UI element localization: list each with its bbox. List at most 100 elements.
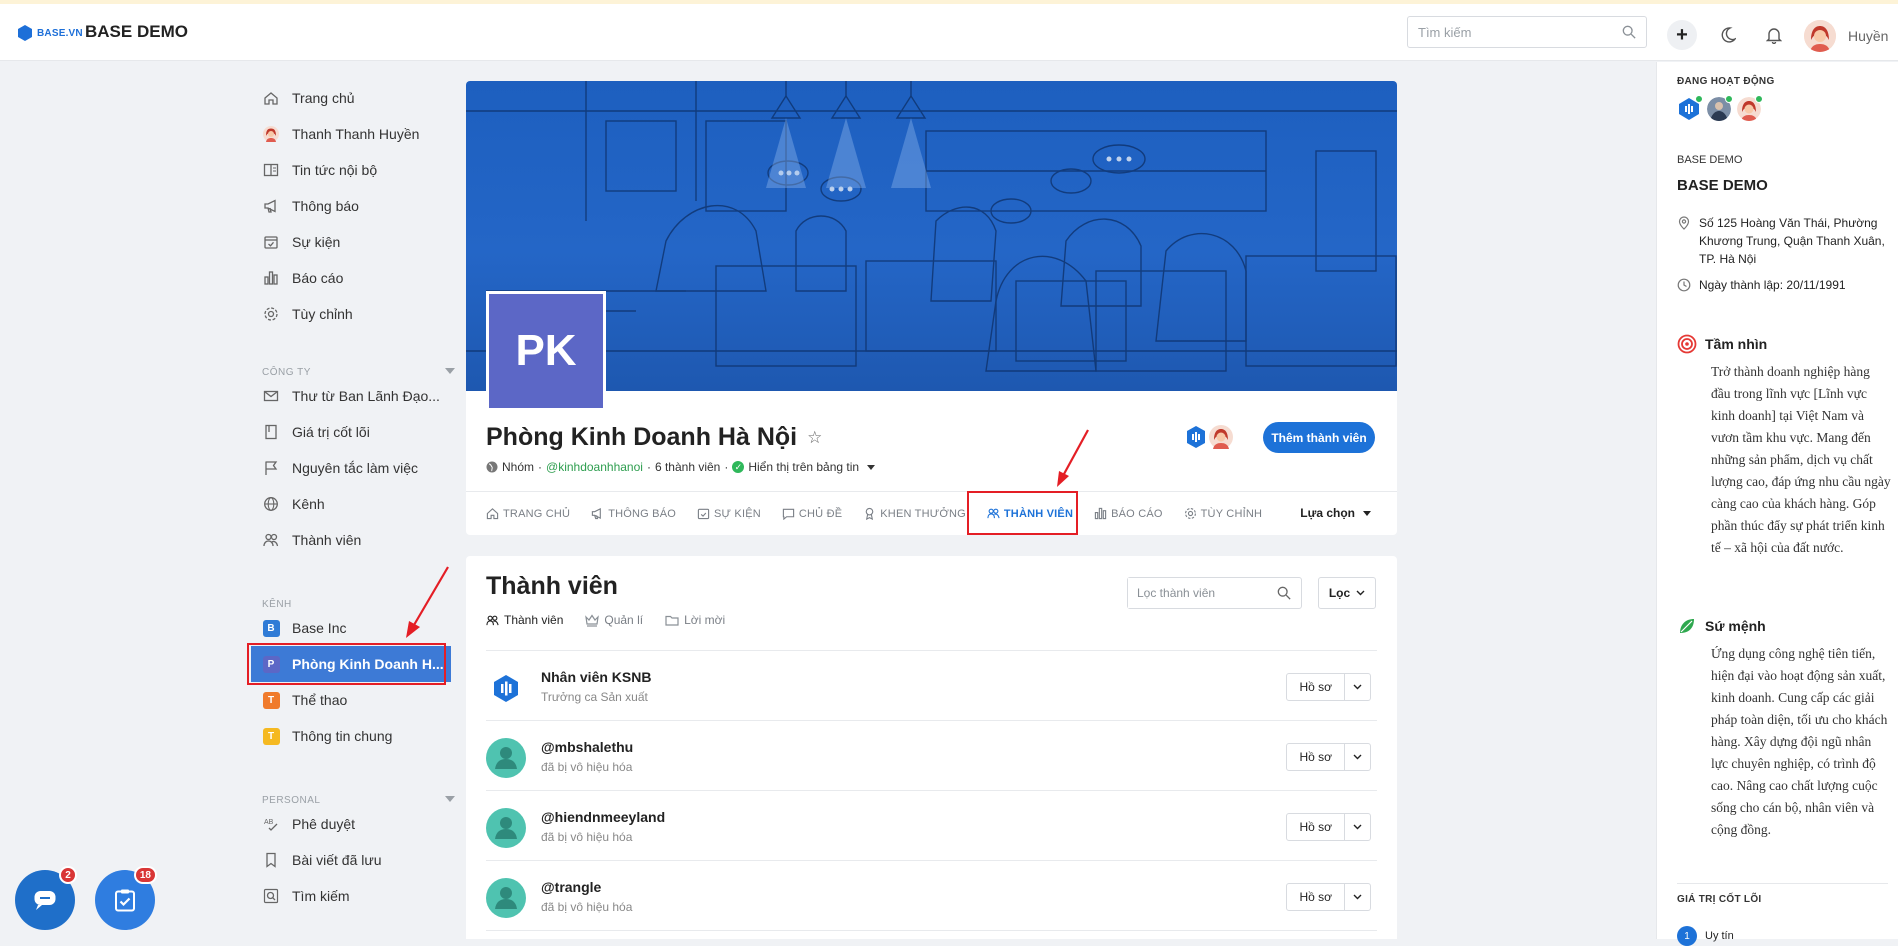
member-row[interactable]: @hiendnmeeyland đã bị vô hiệu hóa Hồ sơ bbox=[486, 790, 1377, 860]
user-avatar[interactable] bbox=[1804, 20, 1836, 52]
group-avatar[interactable]: PK bbox=[486, 291, 606, 411]
base-logo[interactable]: BASE.VN bbox=[18, 25, 83, 41]
chat-fab[interactable]: 2 bbox=[15, 866, 77, 930]
member-filter-box[interactable] bbox=[1127, 577, 1302, 609]
sidebar-item-saved[interactable]: Bài viết đã lưu bbox=[255, 842, 455, 878]
sidebar-item-members[interactable]: Thành viên bbox=[255, 522, 455, 558]
filter-label: Lọc bbox=[1328, 586, 1351, 600]
core-value-item: 1 Uy tín bbox=[1677, 926, 1734, 946]
subtab-invitations[interactable]: Lời mời bbox=[665, 613, 725, 627]
sidebar-channel-thong-tin-chung[interactable]: T Thông tin chung bbox=[255, 718, 455, 754]
profile-button[interactable]: Hồ sơ bbox=[1287, 884, 1344, 910]
subtab-label: Quản lí bbox=[604, 613, 644, 627]
chevron-down-icon[interactable] bbox=[1344, 744, 1370, 770]
member-name[interactable]: Nhân viên KSNB bbox=[541, 669, 651, 685]
tab-label: BÁO CÁO bbox=[1111, 507, 1163, 520]
sidebar-item-news[interactable]: Tin tức nội bộ bbox=[255, 152, 455, 188]
profile-button[interactable]: Hồ sơ bbox=[1287, 674, 1344, 700]
sidebar-item-label: Thư từ Ban Lãnh Đạo... bbox=[292, 388, 440, 404]
sidebar-item-label: Kênh bbox=[292, 496, 325, 512]
group-header-card: PK Phòng Kinh Doanh Hà Nội ☆ Nhóm · @kin… bbox=[466, 81, 1397, 535]
sidebar-item-settings[interactable]: Tùy chỉnh bbox=[255, 296, 455, 332]
sidebar-item-label: Thanh Thanh Huyền bbox=[292, 126, 420, 142]
tab-rewards[interactable]: KHEN THƯỞNG bbox=[863, 507, 966, 520]
calendar-check-icon bbox=[697, 508, 710, 520]
chevron-down-icon[interactable] bbox=[1344, 884, 1370, 910]
sidebar-section-personal[interactable]: PERSONAL bbox=[255, 776, 455, 806]
red-arrow-channel bbox=[406, 566, 449, 638]
bell-icon[interactable] bbox=[1759, 20, 1789, 50]
caret-down-icon[interactable] bbox=[867, 464, 876, 470]
app-title[interactable]: BASE DEMO bbox=[85, 22, 188, 42]
search-icon[interactable] bbox=[1277, 586, 1291, 600]
member-name[interactable]: @mbshalethu bbox=[541, 739, 633, 755]
star-icon[interactable]: ☆ bbox=[807, 428, 822, 448]
sidebar-item-announcements[interactable]: Thông báo bbox=[255, 188, 455, 224]
add-member-button[interactable]: Thêm thành viên bbox=[1263, 422, 1375, 453]
add-icon[interactable]: + bbox=[1667, 20, 1697, 50]
profile-button[interactable]: Hồ sơ bbox=[1287, 744, 1344, 770]
sidebar-item-profile[interactable]: Thanh Thanh Huyền bbox=[255, 116, 455, 152]
chevron-down-icon[interactable] bbox=[1344, 674, 1370, 700]
tab-events[interactable]: SỰ KIỆN bbox=[697, 507, 761, 520]
member-avatar[interactable] bbox=[486, 668, 526, 708]
tasks-fab[interactable]: 18 bbox=[95, 866, 157, 930]
group-member-avatars[interactable] bbox=[1185, 425, 1233, 449]
chevron-down-icon[interactable] bbox=[445, 796, 455, 802]
sidebar-item-label: Báo cáo bbox=[292, 270, 344, 286]
tab-reports[interactable]: BÁO CÁO bbox=[1094, 507, 1163, 520]
approve-icon: AB bbox=[262, 815, 280, 833]
tab-settings[interactable]: TÙY CHỈNH bbox=[1184, 507, 1263, 520]
sidebar-item-principles[interactable]: Nguyên tắc làm việc bbox=[255, 450, 455, 486]
sidebar-item-home[interactable]: Trang chủ bbox=[255, 80, 455, 116]
tasks-badge: 18 bbox=[133, 866, 157, 884]
chevron-down-icon[interactable] bbox=[445, 368, 455, 374]
member-name[interactable]: @hiendnmeeyland bbox=[541, 809, 665, 825]
group-visibility[interactable]: Hiển thị trên bảng tin bbox=[748, 460, 859, 474]
home-icon bbox=[486, 508, 499, 520]
member-avatar[interactable] bbox=[486, 878, 526, 918]
member-row[interactable]: @trangle đã bị vô hiệu hóa Hồ sơ bbox=[486, 860, 1377, 930]
sidebar-item-core-values[interactable]: Giá trị cốt lõi bbox=[255, 414, 455, 450]
group-handle[interactable]: @kinhdoanhhanoi bbox=[546, 460, 643, 474]
filter-button[interactable]: Lọc bbox=[1318, 577, 1376, 609]
sidebar-item-label: Giá trị cốt lõi bbox=[292, 424, 370, 440]
crown-icon bbox=[585, 613, 600, 627]
sidebar-item-events[interactable]: Sự kiện bbox=[255, 224, 455, 260]
sidebar-item-reports[interactable]: Báo cáo bbox=[255, 260, 455, 296]
chevron-down-icon[interactable] bbox=[1344, 814, 1370, 840]
member-avatar[interactable] bbox=[486, 738, 526, 778]
sidebar-item-search[interactable]: Tìm kiếm bbox=[255, 878, 455, 914]
user-name[interactable]: Huyền bbox=[1848, 28, 1888, 44]
default-user-icon bbox=[495, 887, 517, 909]
mission-heading: Sứ mệnh bbox=[1677, 616, 1766, 636]
sidebar-item-letters[interactable]: Thư từ Ban Lãnh Đạo... bbox=[255, 378, 455, 414]
tab-home[interactable]: TRANG CHỦ bbox=[486, 507, 570, 520]
dark-mode-icon[interactable] bbox=[1713, 20, 1743, 50]
options-dropdown[interactable]: Lựa chọn bbox=[1300, 506, 1371, 520]
search-input[interactable] bbox=[1408, 17, 1608, 47]
sidebar-section-company[interactable]: CÔNG TY bbox=[255, 348, 455, 378]
default-user-icon bbox=[495, 817, 517, 839]
member-avatar[interactable] bbox=[486, 808, 526, 848]
sidebar-channel-the-thao[interactable]: T Thể thao bbox=[255, 682, 455, 718]
tab-announcements[interactable]: THÔNG BÁO bbox=[591, 507, 676, 520]
channel-badge: T bbox=[262, 727, 280, 745]
bar-chart-icon bbox=[262, 269, 280, 287]
meta-separator: · bbox=[724, 460, 729, 474]
subtab-managers[interactable]: Quản lí bbox=[585, 613, 643, 627]
member-name[interactable]: @trangle bbox=[541, 879, 601, 895]
member-filter-input[interactable] bbox=[1128, 578, 1268, 608]
member-row[interactable]: Nhân viên KSNB Trưởng ca Sản xuất Hồ sơ bbox=[486, 650, 1377, 720]
sidebar-item-approvals[interactable]: AB Phê duyệt bbox=[255, 806, 455, 842]
sidebar-item-channels[interactable]: Kênh bbox=[255, 486, 455, 522]
member-row[interactable]: @mbshalethu đã bị vô hiệu hóa Hồ sơ bbox=[486, 720, 1377, 790]
subtab-members[interactable]: Thành viên bbox=[486, 613, 563, 627]
profile-button[interactable]: Hồ sơ bbox=[1287, 814, 1344, 840]
search-icon[interactable] bbox=[1622, 25, 1636, 39]
group-member-count[interactable]: 6 thành viên bbox=[655, 460, 720, 474]
globe-icon bbox=[486, 461, 498, 473]
search-box[interactable] bbox=[1407, 16, 1647, 48]
channel-badge: T bbox=[262, 691, 280, 709]
tab-topics[interactable]: CHỦ ĐỀ bbox=[782, 507, 842, 520]
